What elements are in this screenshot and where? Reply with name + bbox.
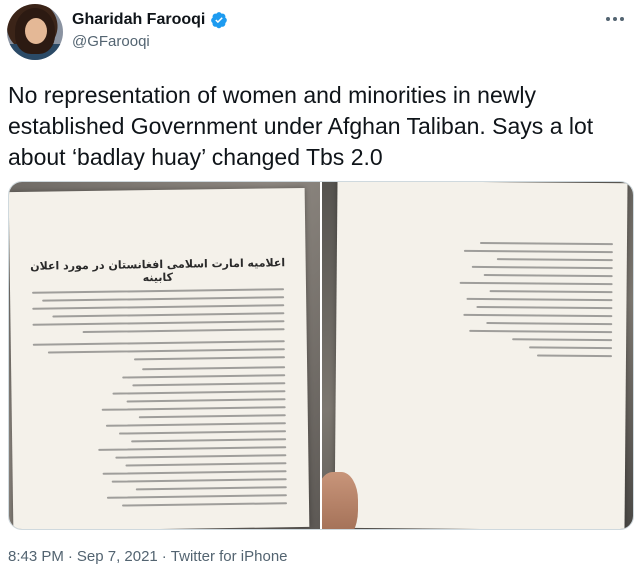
cabinet-list-lines — [446, 241, 613, 363]
verified-badge-icon — [210, 11, 228, 29]
ellipsis-icon[interactable] — [600, 8, 630, 30]
tweet-source[interactable]: Twitter for iPhone — [171, 548, 288, 565]
display-name[interactable]: Gharidah Farooqi — [72, 11, 205, 29]
document-paper — [334, 182, 628, 529]
tweet-time[interactable]: 8:43 PM — [8, 548, 64, 565]
document-text-lines — [32, 288, 285, 368]
document-paper: اعلامیه امارت اسلامی افغانستان در مورد ا… — [9, 187, 310, 529]
hand — [322, 472, 358, 529]
tweet-metadata: 8:43 PM · Sep 7, 2021 · Twitter for iPho… — [8, 548, 288, 565]
photo-document-page-2[interactable] — [322, 182, 633, 529]
dot — [606, 17, 610, 21]
dot — [613, 17, 617, 21]
dot — [620, 17, 624, 21]
separator: · — [161, 548, 167, 565]
handle[interactable]: @GFarooqi — [72, 33, 150, 50]
cabinet-list-lines — [81, 366, 288, 513]
tweet-media[interactable]: اعلامیه امارت اسلامی افغانستان در مورد ا… — [8, 181, 634, 530]
author-name-row: Gharidah Farooqi — [72, 9, 228, 31]
tweet-date[interactable]: Sep 7, 2021 — [77, 548, 158, 565]
photo-document-page-1[interactable]: اعلامیه امارت اسلامی افغانستان در مورد ا… — [9, 182, 320, 529]
separator: · — [67, 548, 73, 565]
tweet: Gharidah Farooqi @GFarooqi No representa… — [0, 0, 640, 577]
avatar[interactable] — [7, 4, 63, 60]
document-title: اعلامیه امارت اسلامی افغانستان در مورد ا… — [30, 256, 286, 285]
tweet-text: No representation of women and minoritie… — [8, 82, 600, 170]
avatar-face — [25, 18, 47, 44]
